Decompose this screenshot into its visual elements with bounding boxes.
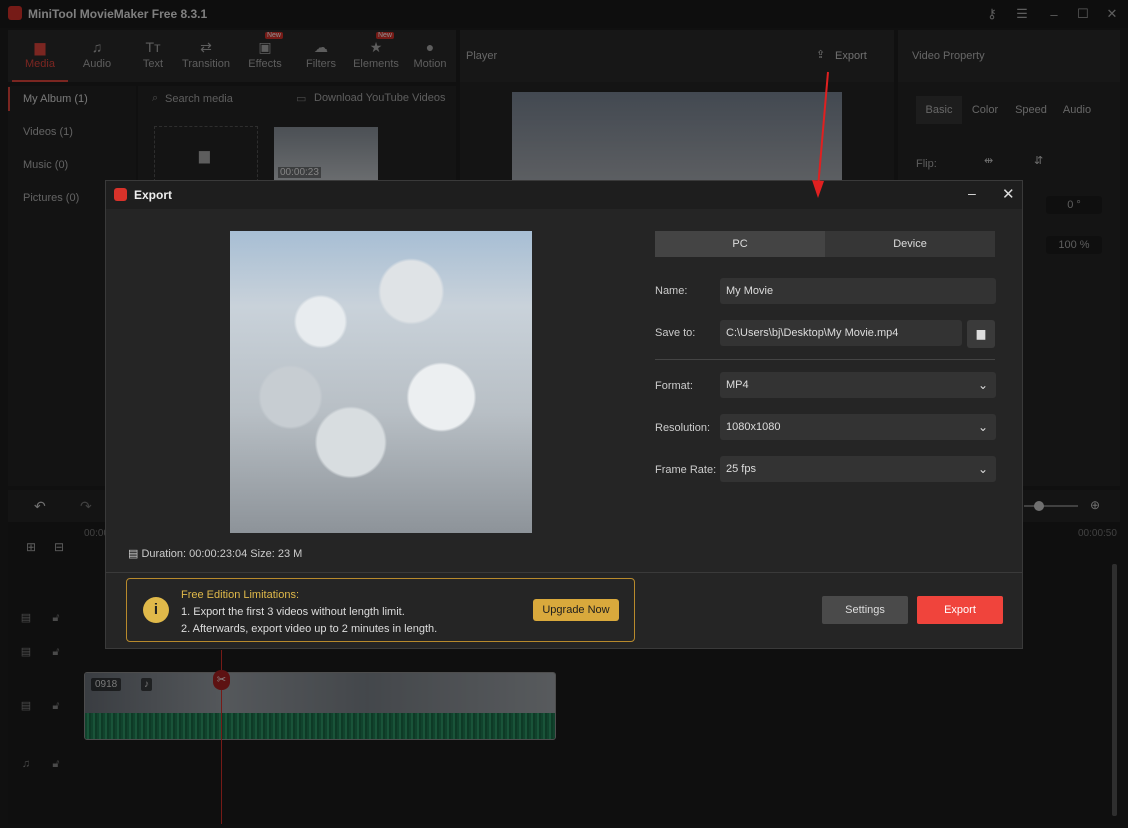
- framerate-label: Frame Rate:: [655, 464, 717, 476]
- saveto-label: Save to:: [655, 327, 696, 339]
- chevron-down-icon: ⌄: [977, 420, 988, 434]
- film-icon: ▤: [128, 548, 142, 560]
- browse-folder-button[interactable]: ▆: [967, 320, 995, 348]
- divider: [655, 359, 995, 360]
- chevron-down-icon: ⌄: [977, 378, 988, 392]
- limit-line-2: 2. Afterwards, export video up to 2 minu…: [181, 623, 438, 635]
- minimize-icon[interactable]: –: [968, 185, 976, 201]
- export-button[interactable]: Export: [917, 596, 1003, 624]
- resolution-label: Resolution:: [655, 422, 711, 434]
- duration-info: ▤ Duration: 00:00:23:04 Size: 23 M: [128, 547, 302, 560]
- framerate-select[interactable]: 25 fps ⌄: [720, 456, 996, 482]
- folder-icon: ▆: [976, 328, 986, 340]
- free-edition-notice: i Free Edition Limitations: 1. Export th…: [126, 578, 635, 642]
- export-dialog: Export – ✕ ▤ Duration: 00:00:23:04 Size:…: [105, 180, 1023, 649]
- name-field[interactable]: My Movie: [720, 278, 996, 304]
- info-icon: i: [143, 597, 169, 623]
- dialog-title: Export: [134, 188, 173, 202]
- format-value: MP4: [726, 379, 749, 391]
- resolution-select[interactable]: 1080x1080 ⌄: [720, 414, 996, 440]
- name-label: Name:: [655, 285, 688, 297]
- dialog-divider: [106, 572, 1022, 573]
- format-select[interactable]: MP4 ⌄: [720, 372, 996, 398]
- limit-line-1: 1. Export the first 3 videos without len…: [181, 606, 405, 618]
- dialog-header: Export – ✕: [106, 181, 1022, 209]
- app-logo-icon: [114, 188, 127, 201]
- tab-device[interactable]: Device: [825, 231, 995, 257]
- export-preview-image: [230, 231, 532, 533]
- resolution-value: 1080x1080: [726, 421, 781, 433]
- chevron-down-icon: ⌄: [977, 462, 988, 476]
- limit-title: Free Edition Limitations:: [181, 589, 299, 601]
- close-icon[interactable]: ✕: [1002, 185, 1015, 203]
- duration-text: Duration: 00:00:23:04 Size: 23 M: [141, 548, 303, 560]
- settings-button[interactable]: Settings: [822, 596, 908, 624]
- framerate-value: 25 fps: [726, 463, 756, 475]
- saveto-field[interactable]: C:\Users\bj\Desktop\My Movie.mp4: [720, 320, 962, 346]
- upgrade-now-button[interactable]: Upgrade Now: [533, 599, 619, 621]
- format-label: Format:: [655, 380, 693, 392]
- tab-pc[interactable]: PC: [655, 231, 825, 257]
